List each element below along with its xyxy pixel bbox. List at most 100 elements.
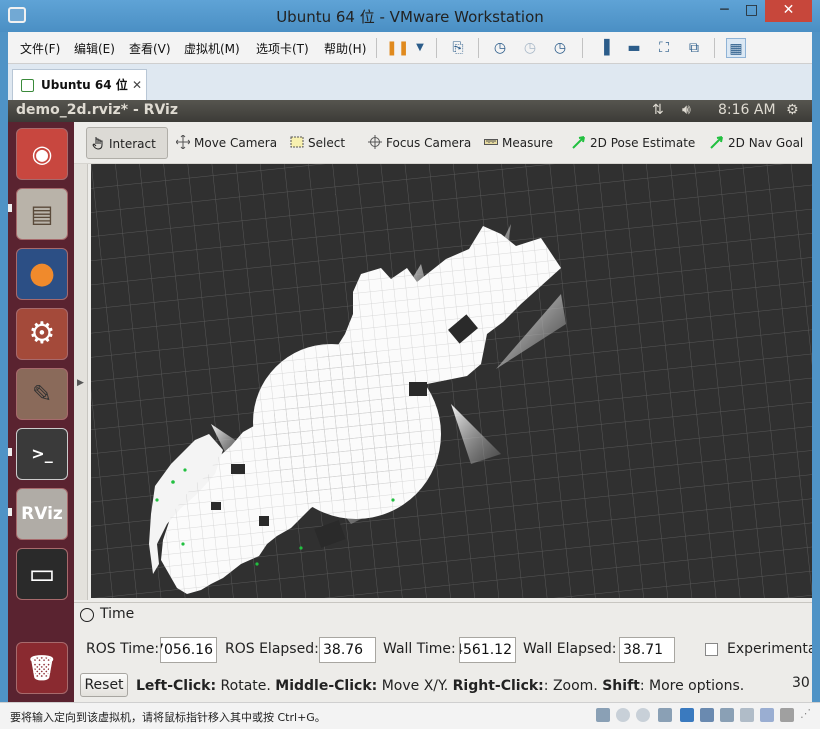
network-adapter-icon[interactable] — [680, 708, 694, 722]
occupancy-grid-map[interactable] — [91, 164, 812, 598]
window-title: Ubuntu 64 位 - VMware Workstation — [276, 8, 544, 26]
sound-card-icon[interactable] — [720, 708, 734, 722]
window-border-left — [0, 32, 8, 702]
hard-disk-icon[interactable] — [596, 708, 610, 722]
files-icon[interactable]: ▤ — [16, 188, 68, 240]
send-ctrl-alt-del-icon[interactable]: ⎘ — [448, 38, 468, 58]
tool-focus-camera[interactable]: Focus Camera — [364, 127, 471, 159]
experimental-label: Experimental — [727, 641, 812, 657]
snapshot-revert-icon[interactable]: ◷ — [520, 38, 540, 58]
reset-button[interactable]: Reset — [80, 673, 128, 697]
library-view-icon[interactable]: ▐ — [594, 38, 614, 58]
speaker-icon[interactable]: 🔊︎ — [682, 102, 691, 118]
tool-2d-pose-estimate[interactable]: 2D Pose Estimate — [568, 127, 695, 159]
ros-elapsed-field[interactable]: 38.76 — [319, 637, 376, 663]
toolbar-separator — [436, 38, 437, 58]
printer-icon[interactable] — [740, 708, 754, 722]
vmware-status-bar: 要将输入定向到该虚拟机，请将鼠标指针移入其中或按 Ctrl+G。 ⋰ — [0, 702, 820, 729]
ros-time-label: ROS Time: — [86, 641, 160, 657]
guest-screen[interactable]: demo_2d.rviz* - RViz ⇅ 🔊︎ 8:16 AM ⚙ ◉ ▤ … — [8, 100, 812, 702]
menu-edit[interactable]: 编辑(E) — [74, 40, 115, 57]
snapshot-take-icon[interactable]: ◷ — [490, 38, 510, 58]
cd-dvd-icon[interactable] — [636, 708, 650, 722]
trash-icon[interactable]: 🗑︎ — [16, 642, 68, 694]
title-bar: Ubuntu 64 位 - VMware Workstation ─ □ ✕ — [0, 0, 820, 32]
tool-interact[interactable]: Interact — [86, 127, 168, 159]
tool-2d-nav-goal[interactable]: 2D Nav Goal — [706, 127, 803, 159]
menu-tabs[interactable]: 选项卡(T) — [256, 40, 309, 57]
rviz-window: Interact Move Camera Select Focus Camera… — [74, 122, 812, 702]
maximize-button[interactable]: □ — [738, 0, 765, 22]
toolbar-separator — [376, 38, 377, 58]
unity-launcher: ◉ ▤ ● ⚙ ✎ >_ RViz ▭ 🗑︎ — [8, 122, 74, 702]
ubuntu-logo-icon: ◉ — [31, 140, 53, 168]
rviz-3d-viewport[interactable] — [91, 164, 812, 598]
experimental-checkbox[interactable] — [705, 643, 718, 656]
bluetooth-icon[interactable] — [760, 708, 774, 722]
close-button[interactable]: ✕ — [765, 0, 812, 22]
tool-select[interactable]: Select — [286, 127, 345, 159]
help-middle-click-desc: Move X/Y. — [377, 678, 453, 694]
resize-grip-icon[interactable]: ⋰ — [800, 707, 811, 720]
wall-time-field[interactable]: 4561.12 — [459, 637, 516, 663]
ros-elapsed-label: ROS Elapsed: — [225, 641, 319, 657]
clock[interactable]: 8:16 AM — [718, 102, 776, 118]
floppy-icon[interactable] — [658, 708, 672, 722]
tool-label: Move Camera — [194, 136, 278, 150]
text-editor-icon[interactable]: ✎ — [16, 368, 68, 420]
system-settings-icon[interactable]: ⚙ — [16, 308, 68, 360]
green-arrow-icon — [710, 136, 723, 149]
unity-mode-icon[interactable]: ⧉ — [684, 38, 704, 58]
window-border-right — [812, 32, 820, 702]
updown-arrows-icon[interactable]: ⇅ — [652, 102, 664, 118]
help-right-click: Right-Click: — [452, 678, 544, 694]
menu-help[interactable]: 帮助(H) — [324, 40, 366, 57]
usb-icon[interactable] — [700, 708, 714, 722]
full-screen-icon[interactable]: ⛶ — [654, 38, 674, 58]
cd-dvd-icon[interactable] — [616, 708, 630, 722]
wall-elapsed-field[interactable]: 38.71 — [619, 637, 675, 663]
save-icon[interactable]: ▭ — [16, 548, 68, 600]
rviz-status-bar: Reset Left-Click: Rotate. Middle-Click: … — [74, 670, 812, 702]
ubuntu-dash-icon[interactable]: ◉ — [16, 128, 68, 180]
menu-view[interactable]: 查看(V) — [129, 40, 171, 57]
pause-icon[interactable]: ❚❚ — [386, 38, 409, 58]
guest-window-title: demo_2d.rviz* - RViz — [16, 102, 178, 118]
toolbar-separator — [582, 38, 583, 58]
collapsed-displays-dock[interactable]: ▶ — [74, 164, 88, 600]
minimize-button[interactable]: ─ — [711, 0, 738, 22]
tab-ubuntu-64[interactable]: Ubuntu 64 位 ✕ — [12, 69, 147, 100]
time-panel-title: Time — [100, 606, 135, 622]
help-middle-click: Middle-Click: — [275, 678, 378, 694]
tool-move-camera[interactable]: Move Camera — [172, 127, 277, 159]
input-hint-text: 要将输入定向到该虚拟机，请将鼠标指针移入其中或按 Ctrl+G。 — [10, 711, 326, 724]
rviz-icon[interactable]: RViz — [16, 488, 68, 540]
running-indicator — [8, 204, 12, 212]
tab-close-icon[interactable]: ✕ — [132, 70, 142, 100]
firefox-icon[interactable]: ● — [16, 248, 68, 300]
gear-icon[interactable]: ⚙ — [786, 102, 799, 118]
green-arrow-icon — [572, 136, 585, 149]
wall-elapsed-label: Wall Elapsed: — [523, 641, 617, 657]
toolbar-separator — [478, 38, 479, 58]
tool-measure[interactable]: Measure — [480, 127, 553, 159]
console-view-icon[interactable]: ▬ — [624, 38, 644, 58]
help-right-click-desc: : Zoom. — [543, 678, 603, 694]
menu-file[interactable]: 文件(F) — [20, 40, 60, 57]
tab-label: Ubuntu 64 位 — [41, 78, 128, 92]
snapshot-manager-icon[interactable]: ◷ — [550, 38, 570, 58]
terminal-icon[interactable]: >_ — [16, 428, 68, 480]
tool-label: Interact — [109, 137, 156, 151]
menu-vm[interactable]: 虚拟机(M) — [184, 40, 240, 57]
move-arrows-icon — [176, 135, 190, 149]
dropdown-chevron-icon[interactable]: ▼ — [410, 38, 430, 58]
rviz-logo-icon: RViz — [21, 504, 63, 524]
vmware-window: Ubuntu 64 位 - VMware Workstation ─ □ ✕ 文… — [0, 0, 820, 729]
ros-time-field[interactable]: 7056.16 — [160, 637, 217, 663]
expand-arrow-icon[interactable]: ▶ — [77, 378, 84, 388]
display-icon[interactable] — [780, 708, 794, 722]
view-options-icon[interactable]: ▦ — [726, 38, 746, 58]
tool-label: Focus Camera — [386, 136, 472, 150]
tool-label: Select — [308, 136, 346, 150]
toolbar-separator — [714, 38, 715, 58]
